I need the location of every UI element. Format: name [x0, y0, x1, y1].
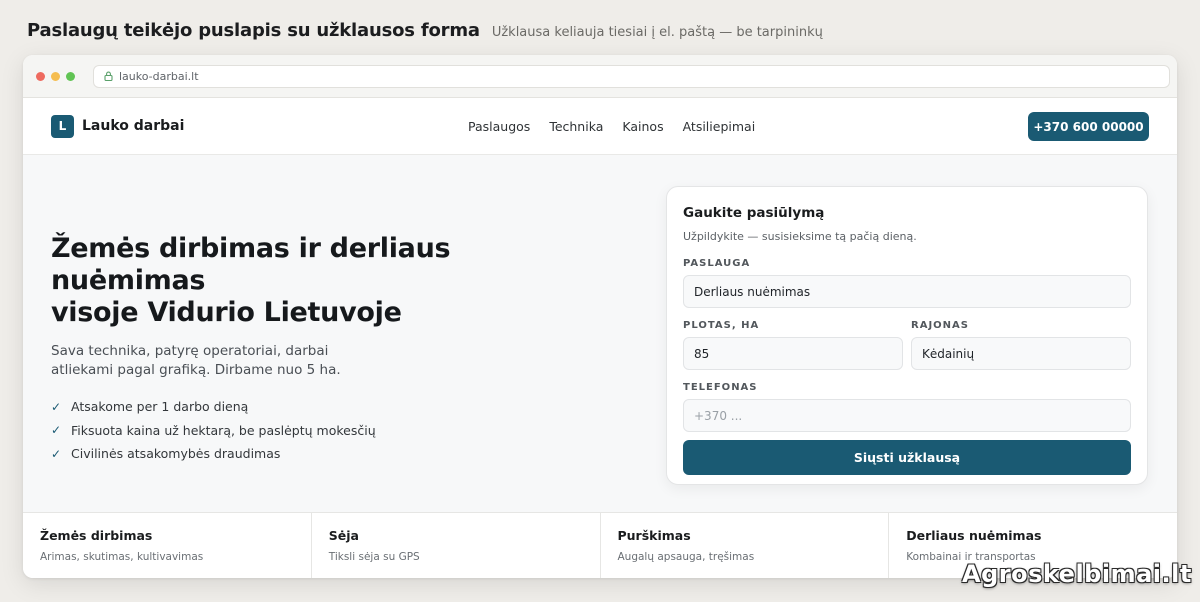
check-icon: ✓ [51, 399, 62, 414]
service-title: Purškimas [617, 528, 691, 543]
quote-form: Gaukite pasiūlymą Užpildykite — susisiek… [666, 186, 1148, 485]
logo-icon: L [51, 114, 74, 138]
browser-window: lauko-darbai.lt L Lauko darbai Paslaugos… [23, 55, 1177, 578]
nav-links: Paslaugos Technika Kainos Atsiliepimai [468, 119, 755, 134]
feature-text: Fiksuota kaina už hektarą, be paslėptų m… [71, 422, 376, 438]
minimize-dot-icon[interactable] [51, 71, 60, 81]
close-dot-icon[interactable] [36, 71, 45, 81]
hero-title-line2: visoje Vidurio Lietuvoje [51, 297, 402, 328]
service-select[interactable]: Derliaus nuėmimas [683, 275, 1131, 308]
nav-link-kainos[interactable]: Kainos [622, 119, 663, 134]
hero-title-line1: Žemės dirbimas ir derliaus nuėmimas [51, 233, 451, 296]
nav-link-atsiliepimai[interactable]: Atsiliepimai [683, 119, 756, 134]
hero-content: Žemės dirbimas ir derliaus nuėmimas viso… [51, 233, 611, 466]
check-icon: ✓ [51, 423, 62, 438]
service-desc: Tiksli sėja su GPS [328, 551, 420, 563]
site-navbar: L Lauko darbai Paslaugos Technika Kainos… [23, 98, 1177, 155]
hero-description: Sava technika, patyrę operatoriai, darba… [51, 343, 341, 378]
feature-item: ✓ Atsakome per 1 darbo dieną [51, 395, 611, 419]
service-card[interactable]: Sėja Tiksli sėja su GPS [312, 513, 601, 578]
browser-chrome: lauko-darbai.lt [23, 55, 1177, 98]
hero-section: Žemės dirbimas ir derliaus nuėmimas viso… [23, 155, 1177, 513]
district-input[interactable]: Kėdainių [911, 337, 1131, 370]
service-desc: Arimas, skutimas, kultivavimas [40, 551, 204, 563]
feature-text: Atsakome per 1 darbo dieną [71, 399, 249, 415]
brand-name: Lauko darbai [82, 118, 185, 134]
form-title: Gaukite pasiūlymą [683, 205, 825, 221]
area-label: PLOTAS, HA [683, 320, 760, 331]
form-subtitle: Užpildykite — susisieksime tą pačią dien… [683, 230, 917, 243]
phone-input[interactable]: +370 ... [683, 399, 1131, 432]
url-text: lauko-darbai.lt [119, 69, 199, 83]
nav-link-paslaugos[interactable]: Paslaugos [468, 119, 530, 134]
district-label: RAJONAS [911, 320, 969, 331]
url-bar[interactable]: lauko-darbai.lt [93, 64, 1170, 88]
feature-item: ✓ Civilinės atsakomybės draudimas [51, 442, 611, 466]
service-card[interactable]: Žemės dirbimas Arimas, skutimas, kultiva… [23, 513, 312, 578]
brand[interactable]: L Lauko darbai [51, 114, 185, 138]
feature-text: Civilinės atsakomybės draudimas [71, 446, 281, 462]
maximize-dot-icon[interactable] [66, 71, 75, 81]
service-card[interactable]: Purškimas Augalų apsauga, tręšimas [601, 513, 890, 578]
page-header: Paslaugų teikėjo puslapis su užklausos f… [27, 20, 823, 41]
submit-button[interactable]: Siųsti užklausą [683, 440, 1131, 475]
area-input[interactable]: 85 [683, 337, 903, 370]
nav-link-technika[interactable]: Technika [549, 119, 603, 134]
phone-button[interactable]: +370 600 00000 [1028, 112, 1149, 141]
feature-item: ✓ Fiksuota kaina už hektarą, be paslėptų… [51, 419, 611, 443]
lock-icon [104, 71, 113, 81]
phone-label: TELEFONAS [683, 382, 758, 393]
page-title: Paslaugų teikėjo puslapis su užklausos f… [27, 20, 480, 41]
check-icon: ✓ [51, 446, 62, 461]
service-desc: Augalų apsauga, tręšimas [617, 551, 755, 563]
service-label: PASLAUGA [683, 258, 751, 269]
hero-title: Žemės dirbimas ir derliaus nuėmimas viso… [51, 233, 611, 329]
service-title: Sėja [328, 528, 359, 543]
service-title: Žemės dirbimas [40, 528, 153, 543]
feature-list: ✓ Atsakome per 1 darbo dieną ✓ Fiksuota … [51, 395, 611, 466]
watermark: Agroskelbimai.lt [962, 560, 1192, 588]
service-title: Derliaus nuėmimas [906, 528, 1042, 543]
page-subtitle: Užklausa keliauja tiesiai į el. paštą — … [491, 25, 823, 40]
